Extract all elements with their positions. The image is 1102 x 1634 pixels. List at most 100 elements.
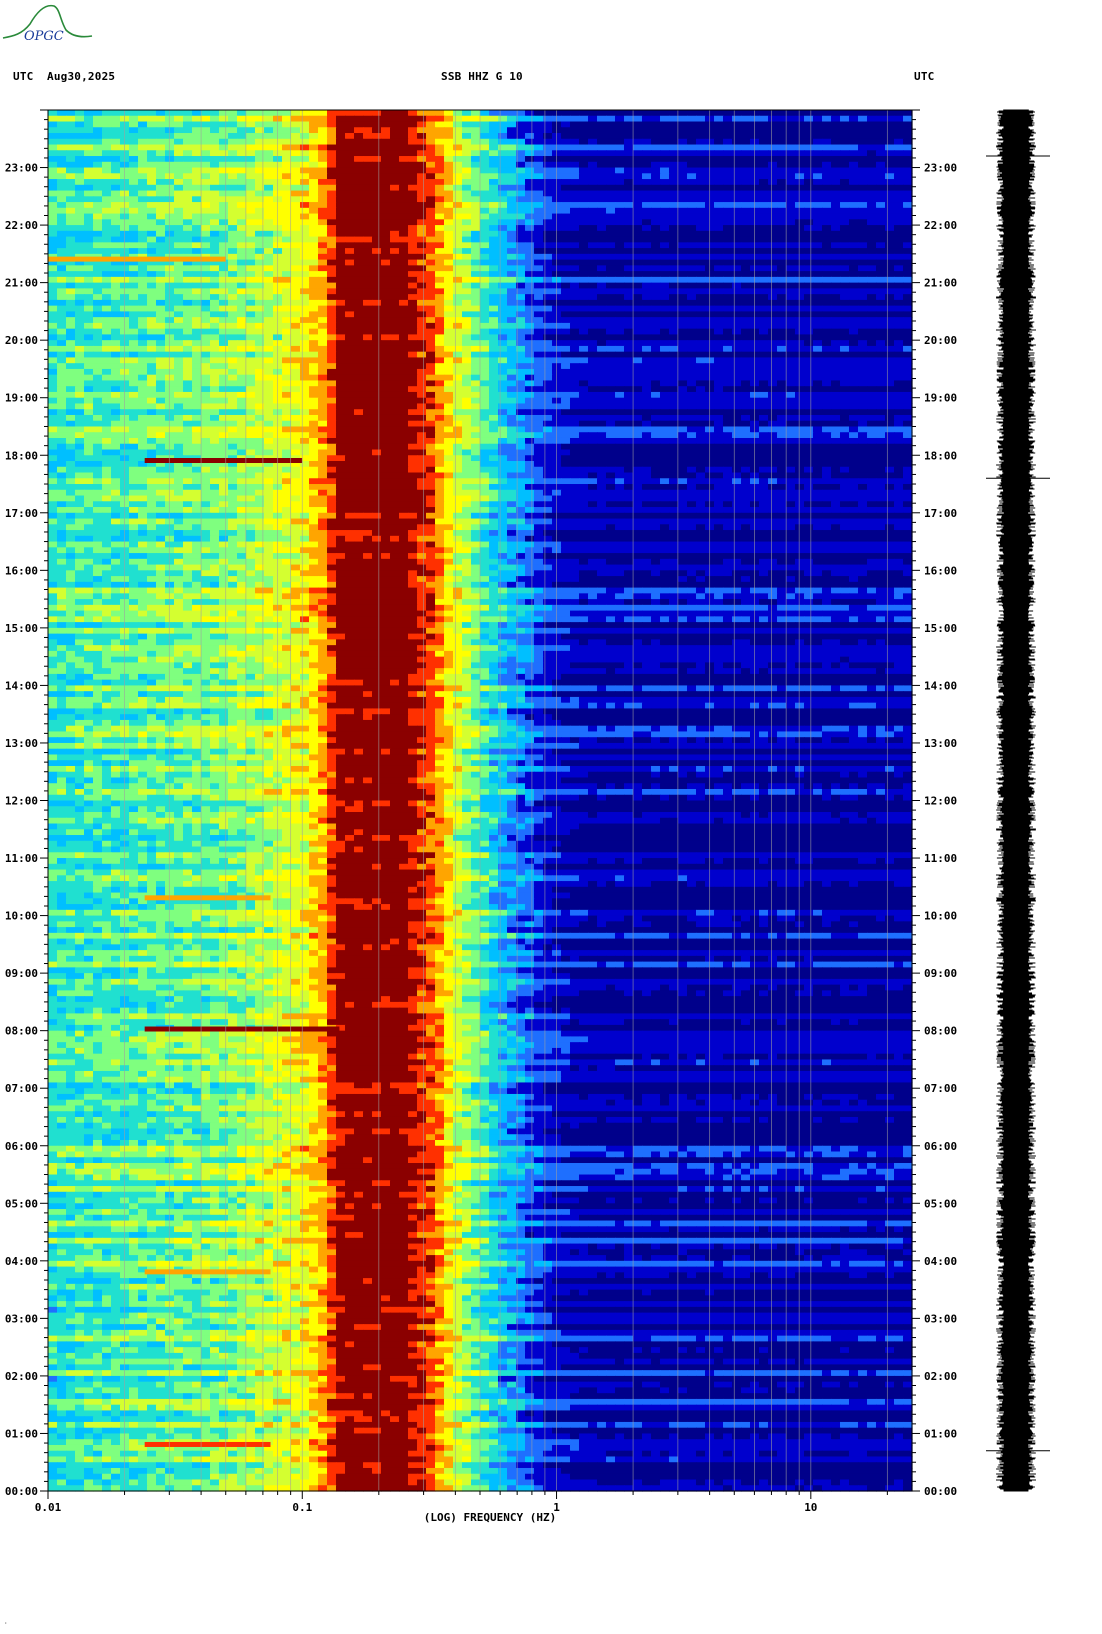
heatmap-cell (282, 184, 292, 192)
heatmap-cell (714, 167, 724, 174)
heatmap-cell (507, 133, 517, 140)
heatmap-cell (381, 380, 391, 387)
heatmap-cell (210, 374, 220, 382)
heatmap-cell (183, 288, 193, 295)
heatmap-cell (642, 156, 652, 163)
heatmap-cell (813, 305, 823, 312)
heatmap-cell (183, 265, 193, 272)
heatmap-cell (129, 230, 139, 238)
heatmap-cell (444, 391, 454, 399)
heatmap-cell (75, 150, 85, 157)
heatmap-cell (453, 357, 463, 364)
heatmap-cell (489, 374, 499, 382)
heatmap-cell (228, 190, 238, 197)
heatmap-cell (381, 363, 391, 370)
heatmap-cell (462, 202, 472, 209)
heatmap-cell (444, 115, 454, 123)
heatmap-cell (885, 345, 895, 353)
heatmap-cell (111, 322, 121, 330)
heatmap-cell (741, 374, 751, 382)
heatmap-cell (174, 121, 184, 128)
heatmap-cell (849, 167, 859, 174)
heatmap-cell (507, 248, 517, 255)
heatmap-cell (714, 305, 724, 312)
heatmap-cell (471, 397, 481, 405)
heatmap-cell (147, 276, 157, 284)
heatmap-cell (651, 230, 661, 238)
heatmap-cell (507, 179, 517, 186)
heatmap-cell (381, 213, 391, 220)
heatmap-cell (264, 179, 274, 186)
heatmap-cell (858, 259, 868, 266)
heatmap-cell (597, 271, 607, 278)
heatmap-cell (282, 133, 292, 140)
heatmap-cell (903, 391, 913, 399)
heatmap-cell (183, 397, 193, 405)
heatmap-cell (804, 368, 814, 376)
heatmap-cell (48, 213, 58, 220)
heatmap-cell (534, 317, 544, 324)
heatmap-cell (147, 167, 157, 174)
heatmap-cell (498, 207, 508, 215)
heatmap-cell (651, 299, 661, 307)
heatmap-cell (651, 196, 661, 203)
heatmap-cell (246, 276, 256, 284)
heatmap-cell (93, 374, 103, 382)
heatmap-cell (390, 294, 400, 301)
heatmap-cell (309, 213, 319, 220)
heatmap-cell (174, 190, 184, 197)
heatmap-cell (291, 167, 301, 174)
heatmap-cell (291, 340, 301, 347)
heatmap-cell (219, 219, 229, 226)
heatmap-cell (660, 253, 670, 261)
heatmap-cell (480, 230, 490, 238)
heatmap-cell (849, 265, 859, 272)
heatmap-cell (678, 322, 688, 330)
heatmap-cell (426, 173, 436, 180)
heatmap-cell (588, 190, 598, 197)
heatmap-cell (867, 259, 877, 266)
heatmap-cell (201, 357, 211, 364)
heatmap-cell (381, 311, 391, 318)
heatmap-cell (723, 144, 733, 151)
heatmap-cell (156, 156, 166, 163)
heatmap-cell (417, 230, 427, 238)
heatmap-cell (138, 202, 148, 209)
heatmap-cell (660, 179, 670, 186)
heatmap-cell (354, 184, 364, 192)
heatmap-cell (534, 351, 544, 359)
heatmap-cell (435, 403, 445, 410)
heatmap-cell (93, 179, 103, 186)
heatmap-cell (651, 391, 661, 399)
heatmap-cell (237, 196, 247, 203)
heatmap-cell (147, 236, 157, 243)
heatmap-cell (48, 156, 58, 163)
heatmap-cell (372, 196, 382, 203)
heatmap-cell (75, 110, 85, 117)
heatmap-cell (543, 173, 553, 180)
heatmap-cell (786, 259, 796, 266)
heatmap-cell (300, 328, 310, 336)
heatmap-cell (525, 156, 535, 163)
heatmap-cell (381, 386, 391, 393)
heatmap-cell (417, 242, 427, 249)
heatmap-cell (669, 202, 679, 209)
heatmap-cell (165, 322, 175, 330)
heatmap-cell (525, 276, 535, 284)
heatmap-cell (489, 173, 499, 180)
heatmap-cell (579, 115, 589, 123)
heatmap-cell (417, 213, 427, 220)
heatmap-cell (147, 368, 157, 376)
heatmap-cell (345, 219, 355, 226)
heatmap-cell (588, 403, 598, 410)
heatmap-cell (48, 345, 58, 353)
heatmap-cell (444, 242, 454, 249)
heatmap-cell (696, 311, 706, 318)
heatmap-cell (840, 144, 850, 151)
heatmap-cell (840, 138, 850, 146)
heatmap-cell (264, 225, 274, 232)
heatmap-cell (309, 253, 319, 261)
heatmap-cell (372, 259, 382, 266)
heatmap-cell (102, 317, 112, 324)
heatmap-cell (579, 397, 589, 405)
